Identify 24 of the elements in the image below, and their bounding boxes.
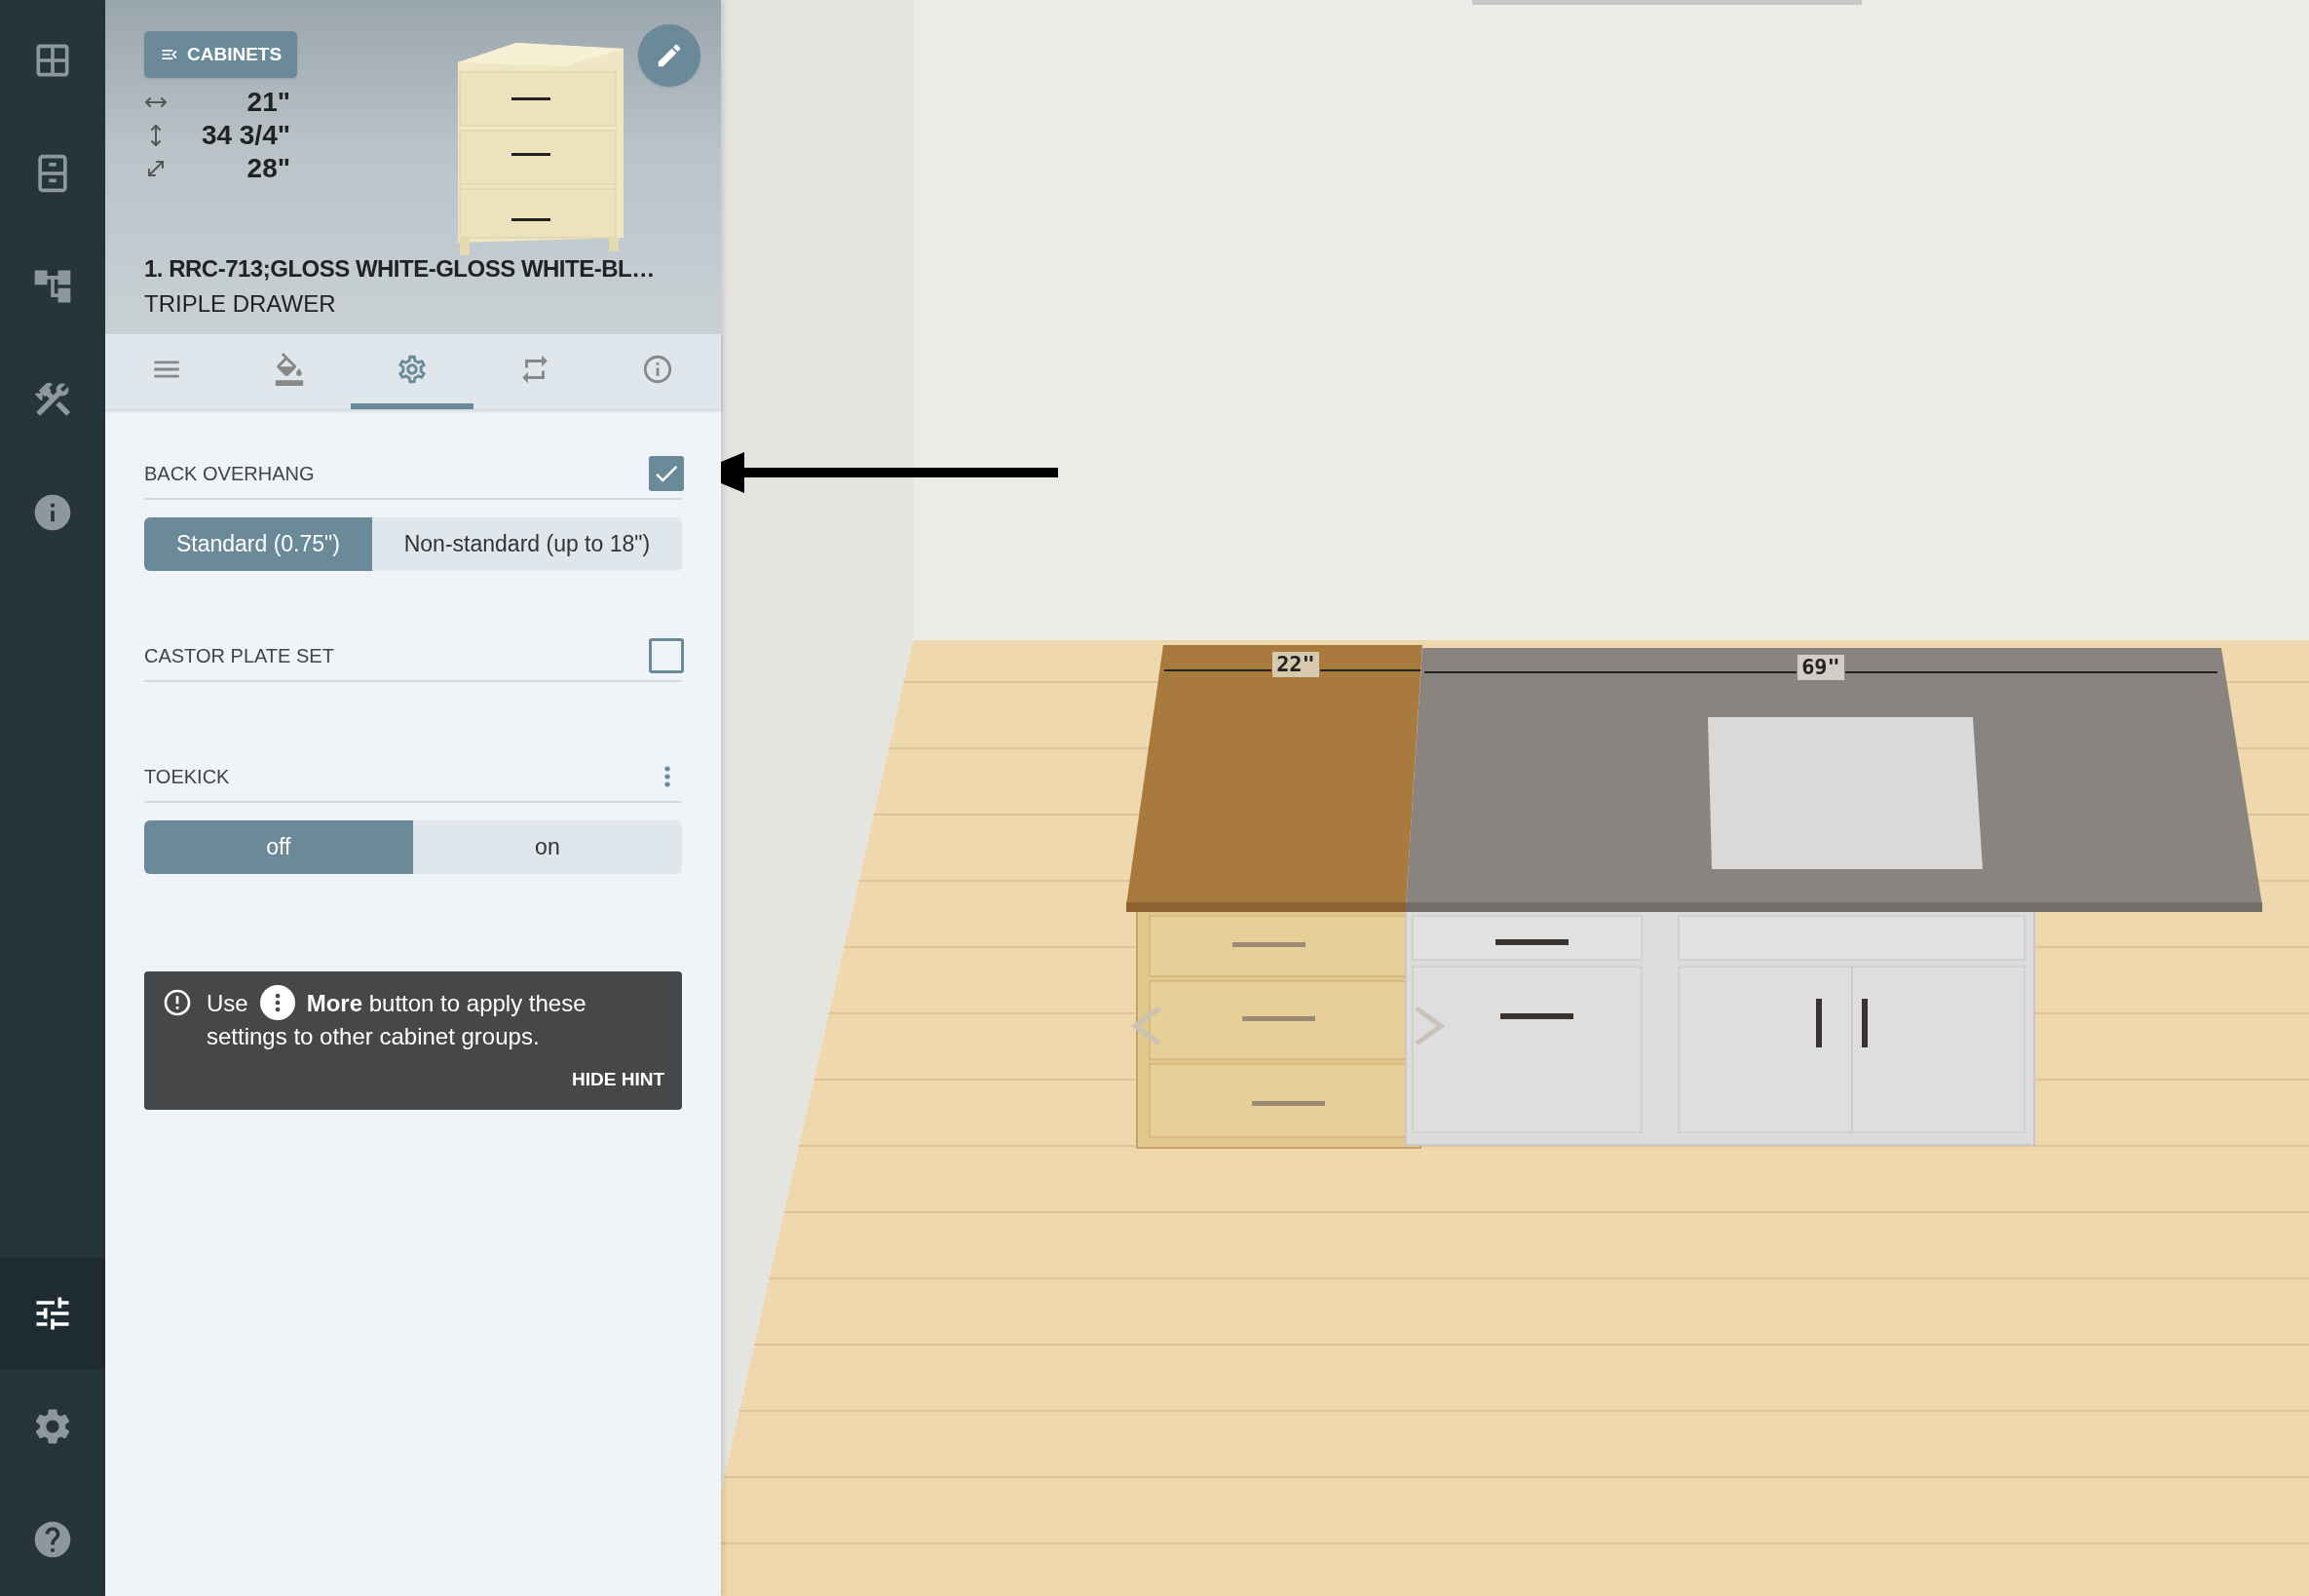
sidebar-item[interactable] — [0, 1257, 105, 1370]
paint-bucket-icon — [273, 352, 306, 386]
hint-text: More button to apply these — [306, 988, 587, 1018]
hide-hint-button[interactable]: HIDE HINT — [572, 1066, 664, 1094]
dimension-label: 22" — [1276, 652, 1315, 676]
cabinet-title: 1. RRC-713;GLOSS WHITE-GLOSS WHITE-BL… — [144, 254, 656, 284]
dimension-value: 28" — [246, 152, 290, 185]
dimension-value: 34 3/4" — [201, 119, 290, 152]
dimension-label: 69" — [1801, 655, 1840, 679]
setting-label: TOEKICK — [144, 765, 230, 789]
checkbox[interactable] — [649, 638, 684, 673]
dimension-value: 21" — [246, 86, 290, 119]
checkbox[interactable] — [649, 456, 684, 491]
more-icon — [664, 766, 670, 787]
category-button[interactable]: CABINETS — [144, 31, 298, 78]
segment-option[interactable]: off — [144, 820, 413, 874]
segment-option[interactable]: Standard (0.75") — [144, 517, 372, 571]
more-dots-icon — [259, 985, 295, 1020]
cabinet-subtitle: TRIPLE DRAWER — [144, 289, 337, 319]
hint-text: settings to other cabinet groups. — [207, 1022, 541, 1051]
alert-icon — [162, 987, 193, 1018]
hint-text: Use — [207, 988, 248, 1018]
setting-label: CASTOR PLATE SET — [144, 644, 334, 668]
setting-label: BACK OVERHANG — [144, 462, 315, 486]
